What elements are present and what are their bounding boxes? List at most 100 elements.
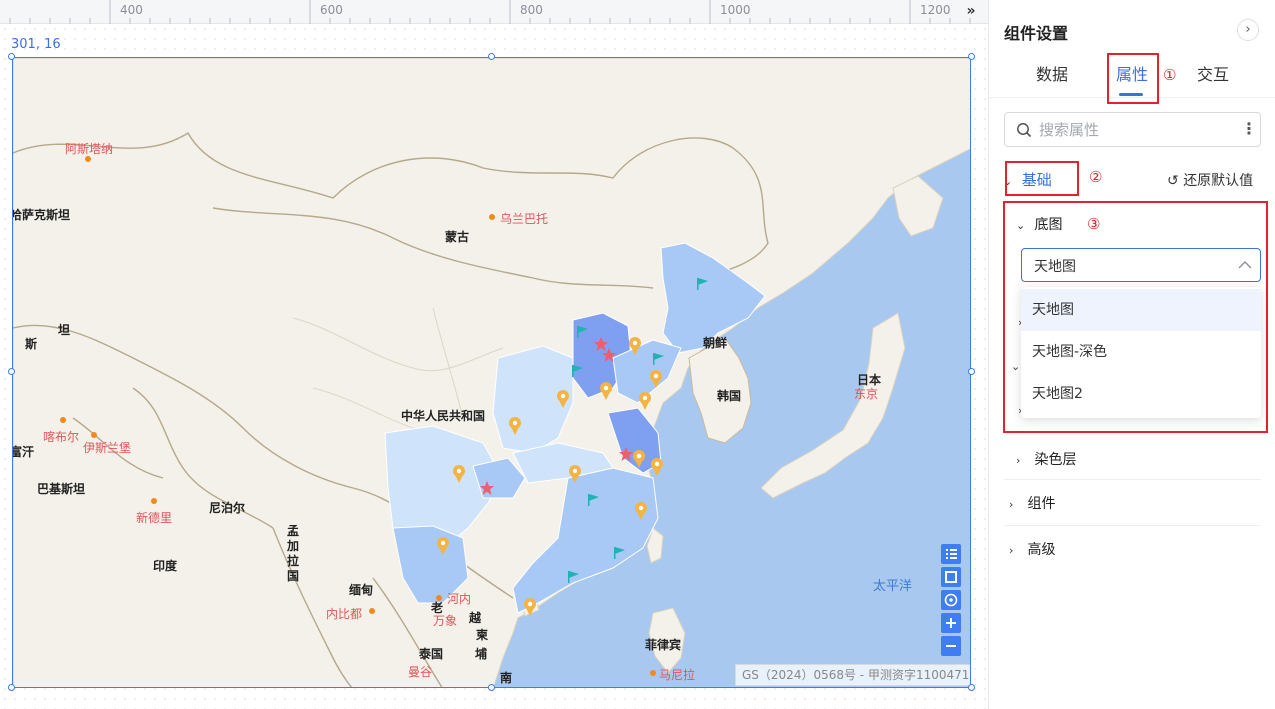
chevron-right-icon: › <box>1009 544 1014 557</box>
zoom-in-icon[interactable] <box>941 613 961 633</box>
resize-handle-e[interactable] <box>968 368 975 375</box>
label-south-korea: 韩国 <box>717 389 742 403</box>
chevron-down-icon: ⌄ <box>1016 219 1026 232</box>
ruler-ticks <box>9 0 971 24</box>
locate-icon[interactable] <box>941 590 961 610</box>
label-bangladesh: 孟加拉国 <box>286 524 299 583</box>
label-kazakhstan: 哈萨克斯坦 <box>12 208 71 222</box>
label-india: 印度 <box>153 559 178 573</box>
section-advanced[interactable]: › 高级 <box>1009 539 1254 559</box>
annotation-box-2 <box>1005 161 1079 196</box>
label-tajik-1: 坦 <box>58 323 71 337</box>
label-islamabad: 伊斯兰堡 <box>83 441 132 455</box>
zoom-out-icon[interactable] <box>941 636 961 656</box>
label-pacific-ocean: 太平洋 <box>873 579 913 594</box>
reset-defaults-label: 还原默认值 <box>1183 173 1254 189</box>
city-dot <box>85 156 91 162</box>
chevron-right-icon: › <box>1009 498 1014 511</box>
ruler-label-1200: 1200 <box>920 3 951 17</box>
label-thailand: 泰国 <box>419 647 444 661</box>
fit-icon[interactable] <box>941 567 961 587</box>
annotation-number-2: ② <box>1089 168 1103 186</box>
chevron-right-icon[interactable]: › <box>1237 19 1259 41</box>
section-dye-layer-label: 染色层 <box>1034 452 1077 468</box>
pin-marker <box>651 458 663 476</box>
reset-defaults-button[interactable]: ↺ 还原默认值 <box>1167 170 1253 190</box>
section-components-label: 组件 <box>1027 496 1056 512</box>
section-advanced-label: 高级 <box>1027 542 1056 558</box>
label-hanoi: 河内 <box>447 592 472 606</box>
basemap-option-tianditu[interactable]: 天地图 <box>1021 289 1261 331</box>
label-myanmar: 缅甸 <box>349 583 374 597</box>
tab-interaction[interactable]: 交互 <box>1197 61 1229 85</box>
position-readout: 301, 16 <box>11 37 61 52</box>
label-naypyidaw: 内比都 <box>326 607 363 621</box>
label-bangkok: 曼谷 <box>408 665 433 679</box>
section-dye-layer[interactable]: › 染色层 <box>1016 449 1261 469</box>
label-cambodia: 柬 <box>476 628 489 642</box>
basemap-group-header[interactable]: ⌄ 底图 <box>1016 214 1062 234</box>
map-component[interactable]: 阿斯塔纳 哈萨克斯坦 乌兰巴托 蒙古 坦 斯 朝鲜 韩国 日本 东京 中华人民共… <box>12 57 971 688</box>
label-vientiane: 万象 <box>433 614 458 628</box>
label-south: 南 <box>500 671 513 685</box>
label-ulaanbaatar: 乌兰巴托 <box>500 212 549 226</box>
canvas-area: 400 600 800 1000 1200 » 301, 16 阿斯塔纳 哈萨克… <box>0 0 988 709</box>
resize-handle-nw[interactable] <box>8 53 15 60</box>
resize-handle-n[interactable] <box>488 53 495 60</box>
basemap-label: 底图 <box>1034 217 1063 233</box>
tab-data[interactable]: 数据 <box>1036 61 1068 85</box>
basemap-select[interactable]: 天地图 <box>1021 248 1261 282</box>
ruler-label-400: 400 <box>120 3 143 17</box>
annotation-box-1 <box>1107 53 1159 104</box>
panel-title: 组件设置 <box>1004 24 1069 43</box>
city-dot <box>60 417 66 423</box>
label-manila: 马尼拉 <box>659 668 696 682</box>
label-kabul: 喀布尔 <box>43 430 80 444</box>
city-dot <box>91 432 97 438</box>
label-mongolia: 蒙古 <box>445 230 470 244</box>
map-controls <box>941 544 961 659</box>
search-box: ⋮ <box>1004 112 1261 147</box>
basemap-select-value: 天地图 <box>1034 259 1076 275</box>
label-astana: 阿斯塔纳 <box>65 142 114 156</box>
app-root: 400 600 800 1000 1200 » 301, 16 阿斯塔纳 哈萨克… <box>0 0 1275 709</box>
label-philippines: 菲律宾 <box>645 638 682 652</box>
resize-handle-ne[interactable] <box>968 53 975 60</box>
divider <box>1004 479 1261 480</box>
basemap-option-tianditu-2[interactable]: 天地图2 <box>1021 373 1261 415</box>
resize-handle-w[interactable] <box>8 368 15 375</box>
annotation-number-3: ③ <box>1087 215 1101 233</box>
chevron-up-icon <box>1238 261 1252 269</box>
basemap-dropdown: 天地图 天地图-深色 天地图2 <box>1021 287 1261 418</box>
city-dot <box>650 670 656 676</box>
more-vertical-icon[interactable]: ⋮ <box>1241 119 1257 138</box>
hokkaido <box>892 175 944 237</box>
basemap-option-tianditu-dark[interactable]: 天地图-深色 <box>1021 331 1261 373</box>
label-tajik-2: 斯 <box>25 337 38 351</box>
resize-handle-s[interactable] <box>488 684 495 691</box>
label-nepal: 尼泊尔 <box>209 501 246 515</box>
resize-handle-se[interactable] <box>968 684 975 691</box>
chevron-down-icon: ⌄ <box>1011 360 1021 373</box>
double-chevron-right-icon[interactable]: » <box>962 3 980 21</box>
label-new-delhi: 新德里 <box>136 511 173 525</box>
annotation-number-1: ① <box>1163 66 1177 84</box>
label-cambodia-2: 埔 <box>475 647 488 661</box>
label-afghanistan-fragment: 富汗 <box>12 445 35 459</box>
list-icon[interactable] <box>941 544 961 564</box>
city-dot <box>151 498 157 504</box>
section-components[interactable]: › 组件 <box>1009 493 1254 513</box>
horizontal-ruler: 400 600 800 1000 1200 » <box>0 0 988 24</box>
resize-handle-sw[interactable] <box>8 684 15 691</box>
ruler-label-1000: 1000 <box>720 3 751 17</box>
label-china: 中华人民共和国 <box>401 409 486 423</box>
chevron-right-icon: › <box>1016 454 1021 467</box>
city-dot <box>369 608 375 614</box>
ruler-label-800: 800 <box>520 3 543 17</box>
search-icon <box>1017 123 1032 138</box>
ruler-label-600: 600 <box>320 3 343 17</box>
search-input[interactable] <box>1039 119 1239 141</box>
label-tokyo: 东京 <box>854 387 879 401</box>
undo-icon: ↺ <box>1167 173 1179 189</box>
land-mass <box>13 58 970 687</box>
